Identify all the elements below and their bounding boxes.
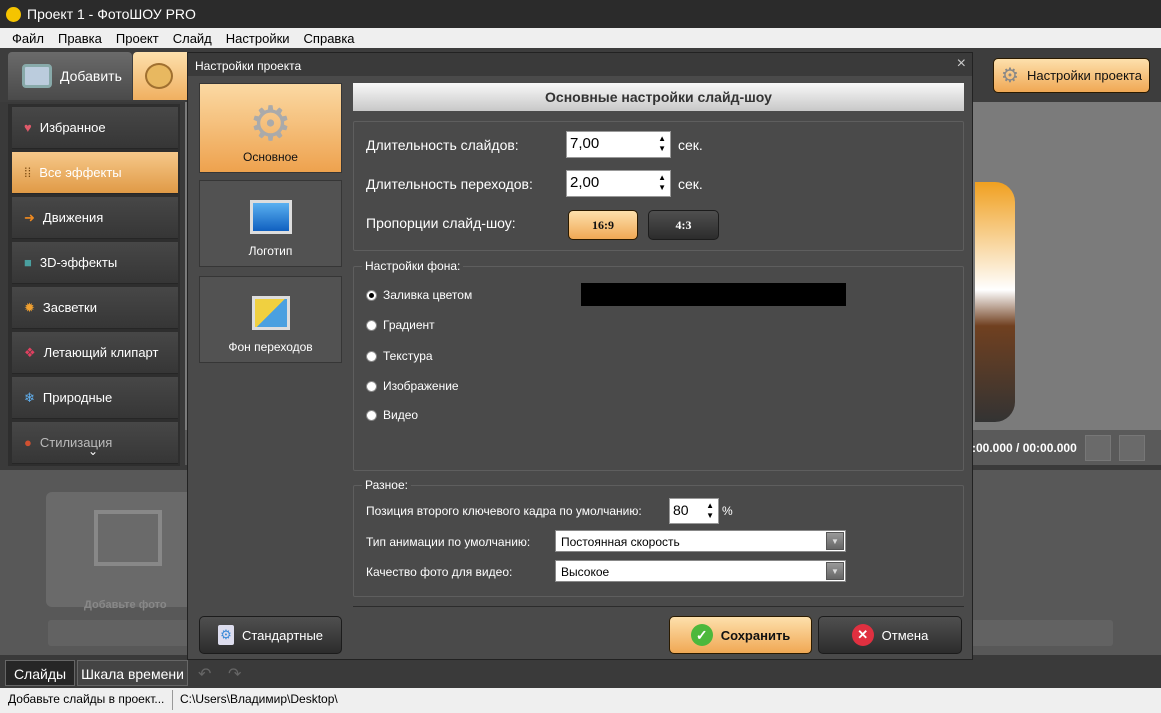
app-icon	[6, 7, 21, 22]
menu-project[interactable]: Проект	[116, 31, 159, 46]
close-icon[interactable]: ×	[957, 55, 966, 73]
add-photo-slot[interactable]: Добавьте фото	[46, 492, 196, 611]
sidebar-item-nature[interactable]: ❄ Природные	[12, 377, 178, 419]
section-header: Основные настройки слайд-шоу	[353, 83, 964, 111]
image-placeholder-icon	[94, 510, 162, 566]
radio-texture[interactable]: Текстура	[366, 349, 433, 363]
checkmark-icon: ✓	[690, 624, 713, 646]
arrow-right-icon: ➜	[24, 209, 35, 225]
scroll-down-chevron-icon[interactable]: ⌄	[88, 444, 98, 458]
time-display: :00.000 / 00:00.000	[972, 441, 1077, 455]
radio-fill-color[interactable]: Заливка цветом	[366, 288, 472, 302]
save-button[interactable]: ✓ Сохранить	[669, 616, 812, 654]
tab-slides[interactable]: Слайды	[5, 660, 75, 686]
project-settings-dialog: Настройки проекта × ⚙ Основное Логотип Ф…	[187, 52, 973, 660]
undo-icon[interactable]: ↶	[198, 664, 211, 684]
dialog-title-bar: Настройки проекта ×	[188, 53, 972, 76]
effects-sidebar: ♥ Избранное ⁞⁞ Все эффекты ➜ Движения ■ 3D-э…	[8, 104, 180, 466]
add-tab[interactable]: Добавить	[8, 52, 132, 100]
transition-duration-stepper[interactable]: 2,00 ▲ ▼	[566, 170, 671, 197]
photo-quality-select[interactable]: Высокое ▼	[555, 560, 846, 582]
sidebar-item-favorites[interactable]: ♥ Избранное	[12, 107, 178, 149]
tab-timeline[interactable]: Шкала времени	[77, 660, 188, 686]
aspect-4-3-button[interactable]: 4:3	[648, 210, 719, 240]
style-icon: ●	[24, 435, 32, 450]
radio-image[interactable]: Изображение	[366, 379, 459, 393]
gear-icon: ⚙	[1001, 65, 1019, 87]
image-icon	[251, 296, 290, 330]
spin-arrows-icon[interactable]: ▲ ▼	[658, 134, 666, 154]
sun-icon: ✹	[24, 299, 35, 315]
slide-duration-stepper[interactable]: 7,00 ▲ ▼	[566, 131, 671, 158]
effects-tab[interactable]	[133, 52, 193, 100]
tab-logo[interactable]: Логотип	[199, 180, 342, 267]
heart-icon: ♥	[24, 120, 32, 135]
status-bar: Добавьте слайды в проект... C:\Users\Вла…	[0, 688, 1161, 713]
gear-icon: ⚙	[248, 98, 293, 151]
sidebar-item-all-effects[interactable]: ⁞⁞ Все эффекты	[12, 152, 178, 194]
tab-basic[interactable]: ⚙ Основное	[199, 83, 342, 173]
background-color-swatch[interactable]	[581, 283, 846, 306]
status-divider	[172, 690, 173, 710]
sidebar-item-flares[interactable]: ✹ Засветки	[12, 287, 178, 329]
clipart-icon: ❖	[24, 344, 36, 360]
dropdown-arrow-icon[interactable]: ▼	[826, 532, 844, 550]
background-settings-group: Настройки фона: Заливка цветом Градиент …	[353, 259, 964, 471]
footer-divider	[353, 606, 964, 607]
aspect-16-9-button[interactable]: 16:9	[568, 210, 638, 240]
menu-help[interactable]: Справка	[304, 31, 355, 46]
close-circle-icon: ✕	[851, 624, 874, 646]
snapshot-camera-icon[interactable]	[1085, 435, 1111, 461]
defaults-button[interactable]: ⚙ Стандартные	[199, 616, 342, 654]
menu-slide[interactable]: Слайд	[173, 31, 212, 46]
sidebar-item-motions[interactable]: ➜ Движения	[12, 197, 178, 239]
cube-icon: ■	[24, 255, 32, 270]
spin-arrows-icon[interactable]: ▲ ▼	[658, 173, 666, 193]
keyframe-position-stepper[interactable]: 80 ▲ ▼	[669, 498, 719, 524]
fullscreen-icon[interactable]	[1119, 435, 1145, 461]
title-bar: Проект 1 - ФотоШОУ PRO	[0, 0, 1161, 28]
spin-arrows-icon[interactable]: ▲ ▼	[706, 501, 714, 521]
radio-video[interactable]: Видео	[366, 408, 418, 422]
redo-icon[interactable]: ↷	[228, 664, 241, 684]
basic-settings-group: Длительность слайдов: 7,00 ▲ ▼ сек. Длител…	[353, 121, 964, 251]
snowflake-icon: ❄	[24, 389, 35, 405]
grid-icon: ⁞⁞	[24, 165, 32, 180]
window-title: Проект 1 - ФотоШОУ PRO	[27, 6, 196, 22]
dropdown-arrow-icon[interactable]: ▼	[826, 562, 844, 580]
menu-file[interactable]: Файл	[12, 31, 44, 46]
settings-file-icon: ⚙	[217, 625, 234, 645]
tab-transition-background[interactable]: Фон переходов	[199, 276, 342, 363]
monitor-icon	[249, 200, 292, 234]
cancel-button[interactable]: ✕ Отмена	[818, 616, 962, 654]
sidebar-item-3d[interactable]: ■ 3D-эффекты	[12, 242, 178, 284]
misc-group: Разное: Позиция второго ключевого кадра …	[353, 478, 964, 597]
camera-icon	[22, 64, 52, 88]
palette-icon	[145, 63, 173, 89]
animation-type-select[interactable]: Постоянная скорость ▼	[555, 530, 846, 552]
menu-edit[interactable]: Правка	[58, 31, 102, 46]
sidebar-item-clipart[interactable]: ❖ Летающий клипарт	[12, 332, 178, 374]
menu-settings[interactable]: Настройки	[226, 31, 290, 46]
project-settings-button[interactable]: ⚙ Настройки проекта	[993, 58, 1150, 93]
preview-clipart	[975, 182, 1015, 422]
menu-bar: Файл Правка Проект Слайд Настройки Справ…	[0, 28, 1161, 48]
radio-gradient[interactable]: Градиент	[366, 318, 435, 332]
